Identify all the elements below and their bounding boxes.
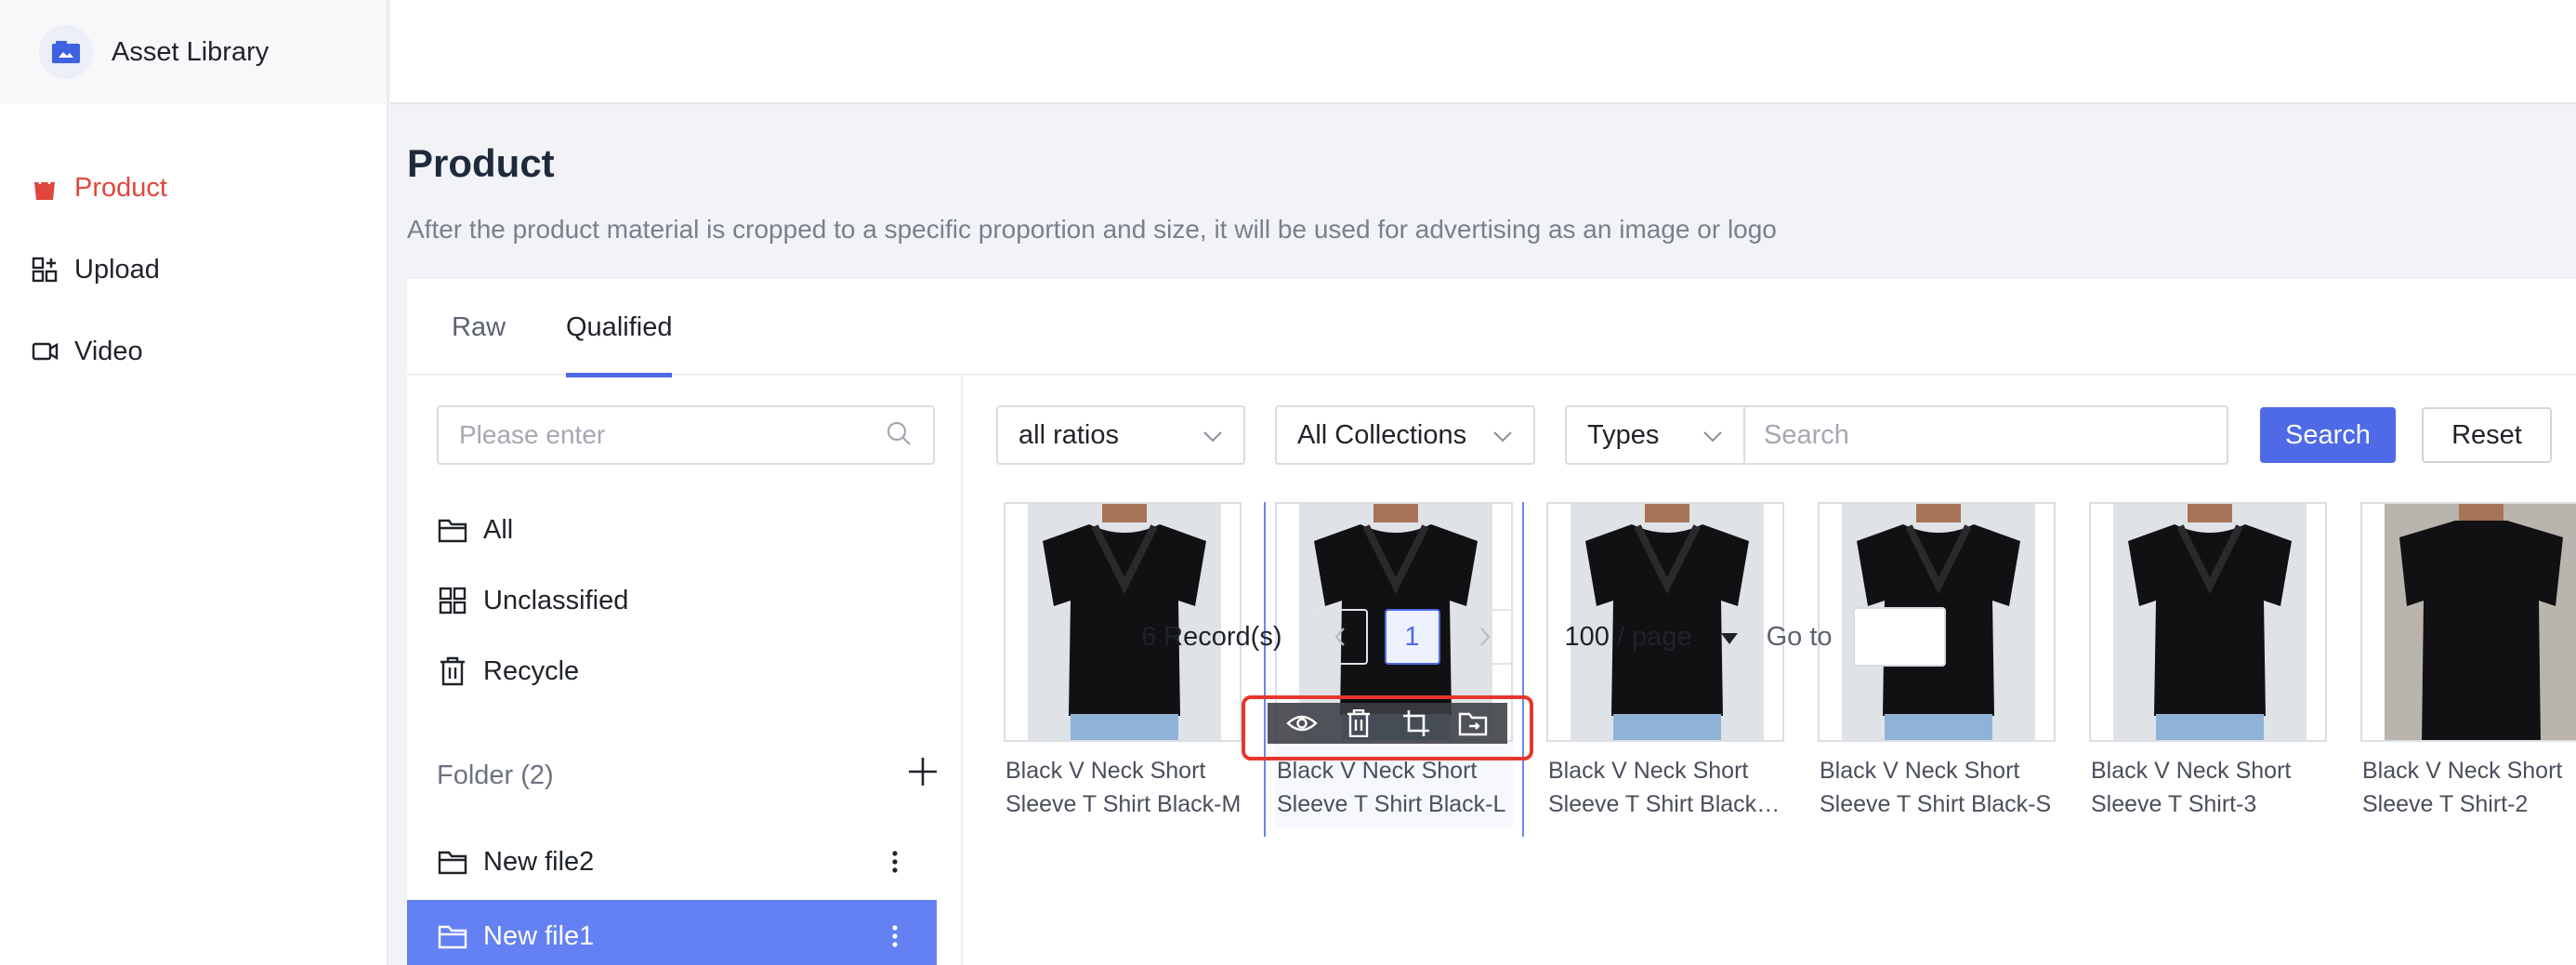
- sidebar-item-label: Video: [74, 336, 143, 366]
- caret-down-icon: [1720, 622, 1739, 653]
- chevron-right-icon: [1479, 628, 1490, 646]
- tree-item-label: All: [483, 514, 514, 545]
- sidebar-item-label: Product: [74, 172, 167, 203]
- collections-select[interactable]: All Collections: [1275, 405, 1535, 465]
- search-button[interactable]: Search: [2260, 407, 2396, 463]
- tree-item-all[interactable]: All: [437, 502, 513, 558]
- page-description: After the product material is cropped to…: [407, 215, 1777, 244]
- add-folder-icon[interactable]: [907, 756, 939, 795]
- asset-name: Black V Neck Short Sleeve T Shirt Black-…: [1277, 758, 1506, 817]
- sidebar-item-label: Upload: [74, 254, 160, 284]
- tab-qualified[interactable]: Qualified: [566, 279, 673, 377]
- asset-name: Black V Neck Short Sleeve T Shirt-3: [2091, 758, 2292, 817]
- search-icon[interactable]: [885, 419, 913, 452]
- asset-thumbnail[interactable]: [2360, 502, 2576, 742]
- asset-thumbnail[interactable]: [2089, 502, 2327, 742]
- tshirt-back-image: [2385, 504, 2576, 740]
- chevron-left-icon: [1334, 628, 1345, 646]
- chevron-down-icon: [1492, 420, 1513, 451]
- tree-item-recycle[interactable]: Recycle: [437, 643, 579, 699]
- search-field: [1743, 405, 2228, 465]
- folder-item-new-file2[interactable]: New file2: [407, 826, 937, 898]
- collections-select-value: All Collections: [1297, 419, 1467, 450]
- folder-count-label: Folder (2): [437, 760, 554, 790]
- folder-search-input[interactable]: [459, 420, 885, 450]
- brand: Asset Library: [0, 0, 387, 104]
- chevron-down-icon: [1702, 420, 1723, 451]
- folder-icon: [437, 920, 468, 952]
- prev-page-button[interactable]: [1311, 609, 1368, 665]
- folder-item-label: New file1: [483, 920, 595, 951]
- folder-icon: [437, 846, 468, 878]
- goto-label: Go to: [1766, 621, 1833, 652]
- search-input[interactable]: [1764, 419, 2206, 451]
- goto-page-input[interactable]: [1852, 607, 1946, 667]
- grid-icon: [437, 585, 468, 616]
- top-bar: [390, 0, 2576, 104]
- video-camera-icon: [30, 337, 59, 366]
- record-count: 6 Record(s): [1141, 621, 1282, 652]
- page-size-select[interactable]: 100 / page: [1565, 622, 1739, 653]
- tree-item-label: Recycle: [483, 655, 580, 686]
- more-vertical-icon[interactable]: [881, 922, 909, 950]
- sidebar-item-video[interactable]: Video: [0, 311, 387, 392]
- pagination: 6 Record(s) 1 100 / page Go to: [1141, 606, 1946, 668]
- folder-panel: All Unclassified Recycle Folder (2) New …: [407, 376, 963, 965]
- tab-bar: Raw Qualified: [407, 279, 2576, 377]
- tree-item-unclassified[interactable]: Unclassified: [437, 573, 628, 628]
- page-number-button[interactable]: 1: [1384, 609, 1440, 665]
- filter-bar: all ratios All Collections Types Search …: [996, 405, 2576, 465]
- sidebar-nav: Product Upload Video: [0, 147, 387, 392]
- sidebar: Asset Library Product Upload Video: [0, 0, 388, 965]
- apps-plus-icon: [30, 255, 59, 284]
- page-title: Product: [407, 141, 555, 185]
- types-select-value: Types: [1587, 419, 1660, 450]
- tree-item-label: Unclassified: [483, 585, 629, 615]
- folder-icon: [437, 514, 468, 546]
- page-size-value: 100 / page: [1564, 621, 1692, 652]
- annotation-highlight-box: [1242, 695, 1533, 760]
- asset-name: Black V Neck Short Sleeve T Shirt-2: [2362, 758, 2563, 817]
- folder-search: [437, 405, 935, 465]
- asset-name: Black V Neck Short Sleeve T Shirt Black-…: [1548, 758, 1765, 817]
- asset-library-logo-icon: [39, 25, 93, 79]
- chevron-down-icon: [1203, 420, 1223, 451]
- trash-icon: [437, 655, 468, 687]
- folder-item-new-file1[interactable]: New file1: [407, 900, 937, 965]
- tab-raw[interactable]: Raw: [452, 279, 506, 376]
- asset-card[interactable]: Black V Neck Short Sleeve T Shirt-2: [2360, 502, 2576, 827]
- asset-name: Black V Neck Short Sleeve T Shirt Black-…: [1005, 758, 1242, 817]
- next-page-button[interactable]: [1456, 609, 1513, 665]
- asset-card[interactable]: Black V Neck Short Sleeve T Shirt-3: [2089, 502, 2327, 827]
- asset-grid: Black V Neck Short Sleeve T Shirt Black-…: [1004, 502, 2576, 837]
- sidebar-item-upload[interactable]: Upload: [0, 229, 387, 311]
- asset-name: Black V Neck Short Sleeve T Shirt Black-…: [1820, 758, 2052, 817]
- more-vertical-icon[interactable]: [881, 848, 909, 876]
- tshirt-front-image: [2113, 504, 2307, 740]
- sidebar-item-product[interactable]: Product: [0, 147, 387, 229]
- ratio-select-value: all ratios: [1019, 419, 1119, 450]
- folder-header: Folder (2): [437, 747, 939, 803]
- reset-button[interactable]: Reset: [2422, 407, 2552, 463]
- folder-item-label: New file2: [483, 846, 595, 877]
- app-title: Asset Library: [112, 36, 269, 67]
- shopping-bag-icon: [30, 173, 59, 203]
- ratio-select[interactable]: all ratios: [996, 405, 1245, 465]
- types-select[interactable]: Types: [1565, 405, 1745, 465]
